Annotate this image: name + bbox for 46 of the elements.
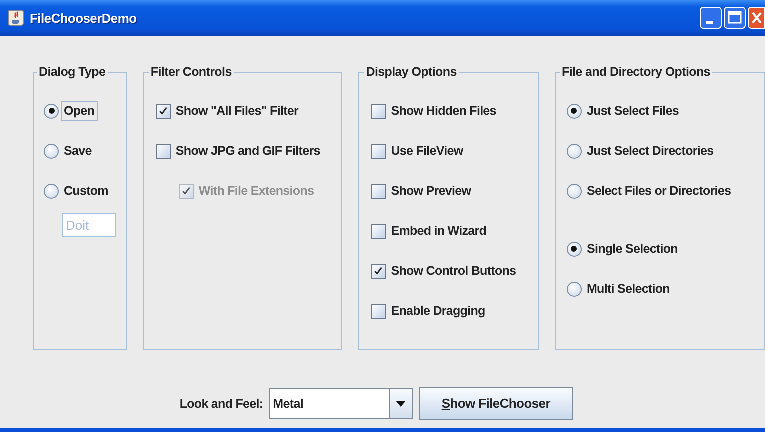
group-title: Filter Controls xyxy=(150,65,233,79)
checkbox[interactable] xyxy=(371,144,386,158)
group-title: File and Directory Options xyxy=(560,65,712,79)
caret-icon xyxy=(396,400,406,406)
close-button[interactable] xyxy=(748,7,765,29)
checkbox-label: Show Preview xyxy=(391,184,472,198)
java-cup-icon xyxy=(8,10,24,26)
window-title: FileChooserDemo xyxy=(30,10,137,26)
checkbox[interactable] xyxy=(156,144,171,158)
checkbox-label: Embed in Wizard xyxy=(391,224,487,238)
radio-label: Custom xyxy=(64,184,108,198)
radio-label: Single Selection xyxy=(586,242,678,256)
checkbox-label: With File Extensions xyxy=(198,184,314,198)
checkbox-label: Show Control Buttons xyxy=(391,264,516,278)
radio-label: Save xyxy=(64,144,92,158)
radio-button[interactable] xyxy=(566,104,582,118)
show-filechooser-button[interactable]: Show FileChooser xyxy=(419,387,574,420)
radio-button[interactable] xyxy=(566,242,582,256)
checkbox[interactable] xyxy=(371,304,386,318)
checkbox[interactable] xyxy=(371,224,386,238)
radio-button[interactable] xyxy=(44,104,59,118)
radio-label: Just Select Files xyxy=(586,104,679,118)
checkbox[interactable] xyxy=(371,264,386,278)
radio-label: Multi Selection xyxy=(586,282,670,296)
radio-label: Just Select Directories xyxy=(586,144,714,158)
group-title: Display Options xyxy=(365,65,458,79)
checkbox-label: Show Hidden Files xyxy=(391,104,496,118)
checkbox[interactable] xyxy=(371,104,386,118)
group-title: Dialog Type xyxy=(38,65,107,79)
checkbox[interactable] xyxy=(156,104,171,118)
maximize-button[interactable] xyxy=(724,7,746,29)
checkbox-label: Enable Dragging xyxy=(391,304,486,318)
checkbox-label: Show JPG and GIF Filters xyxy=(176,144,320,158)
radio-label: Open xyxy=(61,101,98,121)
radio-button[interactable] xyxy=(566,184,582,198)
radio-button[interactable] xyxy=(44,184,59,198)
checkbox-label: Use FileView xyxy=(391,144,464,158)
dropdown[interactable]: Metal xyxy=(269,388,414,419)
checkbox-label: Show "All Files" Filter xyxy=(176,104,298,118)
radio-button[interactable] xyxy=(566,282,582,296)
combo-label: Look and Feel: xyxy=(180,396,264,410)
minimize-button[interactable] xyxy=(700,7,722,29)
radio-button[interactable] xyxy=(44,144,59,158)
radio-button[interactable] xyxy=(566,144,582,158)
checkbox[interactable] xyxy=(371,184,386,198)
radio-label: Select Files or Directories xyxy=(586,184,732,198)
